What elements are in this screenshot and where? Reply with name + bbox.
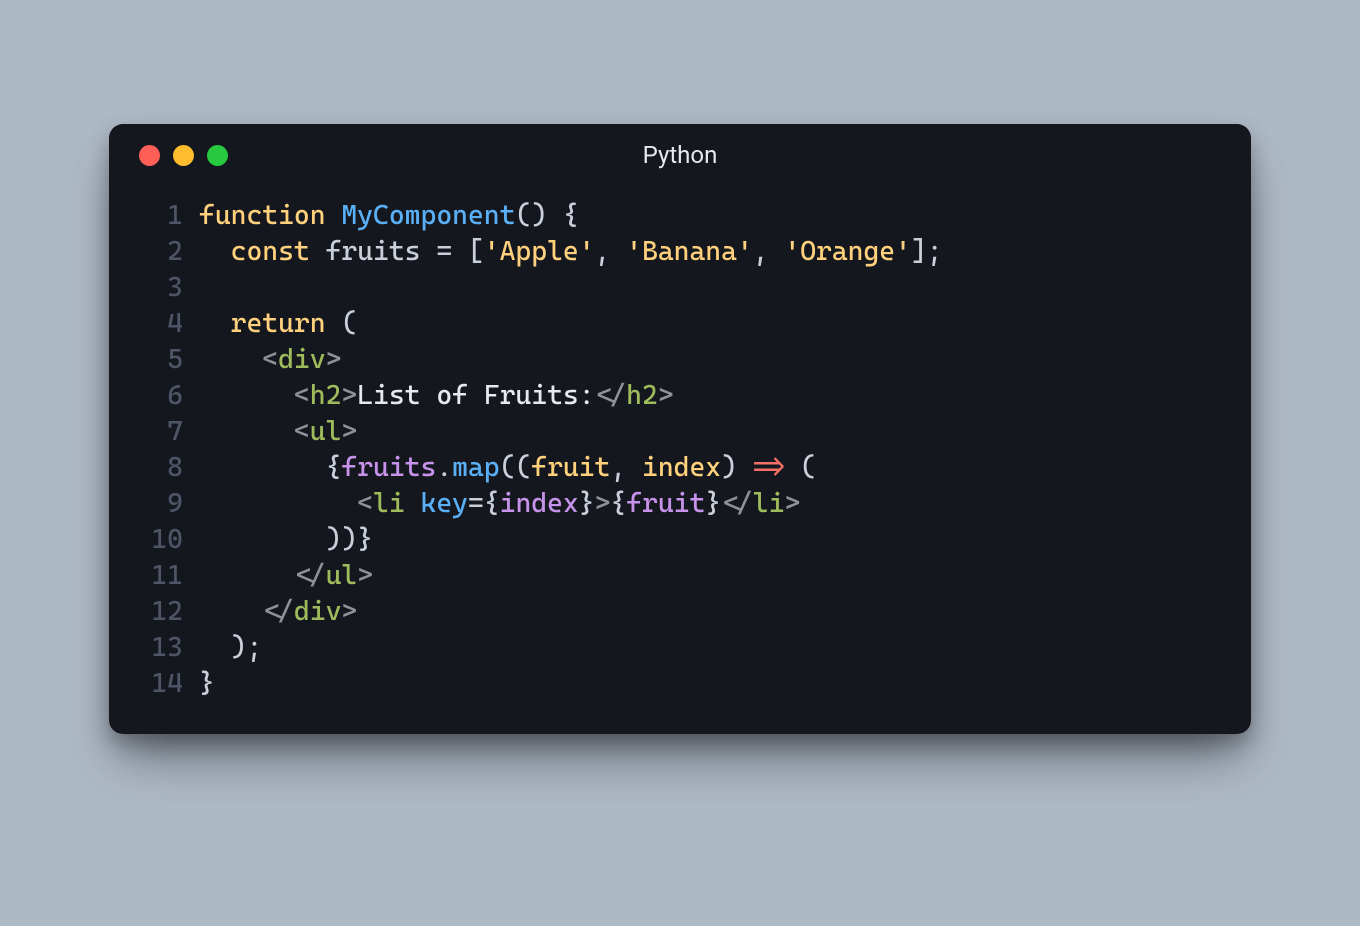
zoom-icon[interactable] [207, 145, 228, 166]
code-content: <div> [199, 342, 341, 378]
code-content: </ul> [199, 558, 373, 594]
line-number: 13 [139, 630, 183, 666]
line-number: 2 [139, 234, 183, 270]
line-number: 14 [139, 666, 183, 702]
code-line: 11 </ul> [139, 558, 1221, 594]
code-line: 13 ); [139, 630, 1221, 666]
line-number: 8 [139, 450, 183, 486]
code-content: } [199, 666, 215, 702]
close-icon[interactable] [139, 145, 160, 166]
code-content: ); [199, 630, 262, 666]
code-content: <h2>List of Fruits:</h2> [199, 378, 674, 414]
code-line: 6 <h2>List of Fruits:</h2> [139, 378, 1221, 414]
code-line: 3 [139, 270, 1221, 306]
code-window: Python 1function MyComponent() {2 const … [109, 124, 1251, 734]
code-content: return ( [199, 306, 357, 342]
code-content: <li key={index}>{fruit}</li> [199, 486, 800, 522]
code-content: </div> [199, 594, 357, 630]
traffic-lights [139, 145, 228, 166]
code-line: 2 const fruits = ['Apple', 'Banana', 'Or… [139, 234, 1221, 270]
line-number: 9 [139, 486, 183, 522]
code-line: 5 <div> [139, 342, 1221, 378]
code-content: {fruits.map((fruit, index) => ( [199, 450, 816, 486]
window-title: Python [109, 141, 1251, 169]
code-content: function MyComponent() { [199, 198, 579, 234]
code-content: ))} [199, 522, 373, 558]
code-line: 12 </div> [139, 594, 1221, 630]
code-content: const fruits = ['Apple', 'Banana', 'Oran… [199, 234, 943, 270]
line-number: 7 [139, 414, 183, 450]
code-content: <ul> [199, 414, 357, 450]
window-titlebar: Python [109, 124, 1251, 186]
line-number: 1 [139, 198, 183, 234]
line-number: 6 [139, 378, 183, 414]
line-number: 3 [139, 270, 183, 306]
code-line: 4 return ( [139, 306, 1221, 342]
code-line: 1 function MyComponent() { [139, 198, 1221, 234]
code-line: 7 <ul> [139, 414, 1221, 450]
code-editor[interactable]: 1function MyComponent() {2 const fruits … [109, 186, 1251, 702]
line-number: 4 [139, 306, 183, 342]
code-line: 14} [139, 666, 1221, 702]
minimize-icon[interactable] [173, 145, 194, 166]
line-number: 10 [139, 522, 183, 558]
code-line: 10 ))} [139, 522, 1221, 558]
line-number: 5 [139, 342, 183, 378]
code-line: 9 <li key={index}>{fruit}</li> [139, 486, 1221, 522]
line-number: 12 [139, 594, 183, 630]
code-line: 8 {fruits.map((fruit, index) => ( [139, 450, 1221, 486]
line-number: 11 [139, 558, 183, 594]
